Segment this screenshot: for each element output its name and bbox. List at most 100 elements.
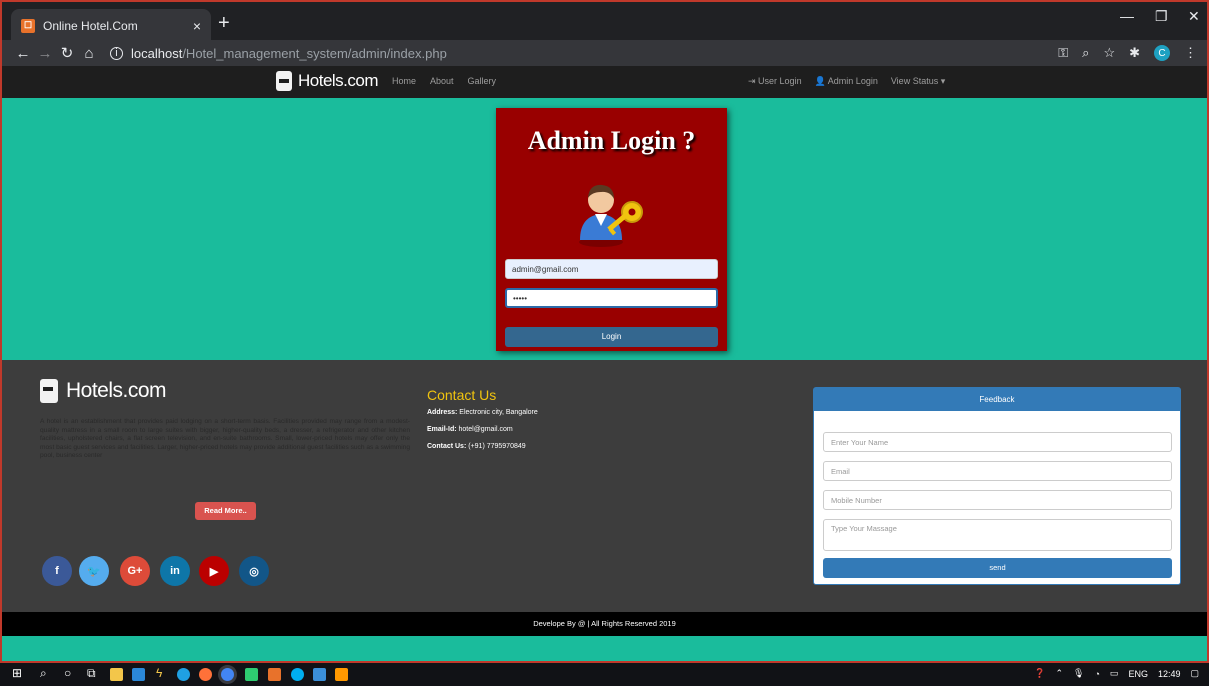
google-plus-icon[interactable]: G+ — [120, 556, 150, 586]
address-label: Address: — [427, 409, 458, 416]
contact-title: Contact Us — [427, 387, 497, 403]
cortana-icon[interactable]: ○ — [64, 666, 71, 680]
footer-brand: Hotels.com — [40, 379, 167, 403]
linkedin-icon[interactable]: in — [160, 556, 190, 586]
instagram-icon[interactable]: ◎ — [239, 556, 269, 586]
nav-about[interactable]: About — [430, 76, 454, 86]
info-icon[interactable]: i — [110, 46, 123, 60]
firefox-icon[interactable] — [199, 668, 212, 681]
send-button[interactable]: send — [823, 558, 1172, 578]
user-login-label: User Login — [758, 76, 802, 86]
footer-brand-text: Hotels.com — [66, 379, 167, 402]
mic-icon[interactable]: 🎙 — [1073, 668, 1084, 679]
bottom-strip — [0, 636, 1209, 663]
notification-icon[interactable]: ▢ — [1190, 668, 1199, 679]
feedback-email-input[interactable]: Email — [823, 461, 1172, 481]
nav-links: Home About Gallery — [392, 76, 496, 86]
nav-gallery[interactable]: Gallery — [468, 76, 497, 86]
mobile-input[interactable]: Mobile Number — [823, 490, 1172, 510]
windows-taskbar: ⊞ ⌕ ○ ⧉ ϟ ❓ ⌃ 🎙 ◔ ▭ ENG 12:49 ▢ — [0, 663, 1209, 686]
message-textarea[interactable]: Type Your Massage — [823, 519, 1172, 551]
nav-right: ⇥ User Login 👤 Admin Login View Status ▾ — [748, 76, 945, 87]
hotel-logo-icon — [276, 71, 292, 91]
nav-home[interactable]: Home — [392, 76, 416, 86]
clock[interactable]: 12:49 — [1158, 669, 1181, 679]
battery-icon[interactable]: ▭ — [1110, 668, 1119, 679]
language-indicator[interactable]: ENG — [1128, 669, 1148, 679]
login-button[interactable]: Login — [505, 327, 718, 347]
login-title: Admin Login ? — [527, 126, 696, 155]
email-value: hotel@gmail.com — [458, 426, 513, 433]
edge-icon[interactable] — [177, 668, 190, 681]
new-tab-button[interactable]: + — [218, 12, 230, 35]
phone-label: Contact Us: — [427, 443, 467, 450]
youtube-icon[interactable]: ▶ — [199, 556, 229, 586]
profile-avatar[interactable]: C — [1154, 45, 1170, 61]
admin-key-icon — [579, 184, 643, 247]
admin-login-label: Admin Login — [827, 76, 878, 86]
skype-icon[interactable] — [291, 668, 304, 681]
reload-icon[interactable]: ↻ — [56, 44, 78, 62]
browser-tab-strip: ☐ Online Hotel.Com × + — ❐ ✕ — [0, 0, 1209, 42]
extensions-icon[interactable]: ✱ — [1129, 45, 1140, 61]
windows-start-icon[interactable]: ⊞ — [12, 666, 22, 680]
url-host: localhost — [131, 45, 183, 61]
file-explorer-icon[interactable] — [110, 668, 123, 681]
url-path: /Hotel_management_system/admin/index.php — [182, 45, 447, 61]
tab-close-icon[interactable]: × — [193, 18, 201, 34]
feedback-header: Feedback — [814, 388, 1180, 411]
minimize-icon[interactable]: — — [1120, 8, 1134, 24]
hotel-logo-icon — [40, 379, 58, 403]
facebook-icon[interactable]: f — [42, 556, 72, 586]
app-orange-icon[interactable] — [268, 668, 281, 681]
footer: Hotels.com A hotel is an establishment t… — [0, 360, 1209, 612]
close-window-icon[interactable]: ✕ — [1188, 8, 1200, 25]
help-icon[interactable]: ❓ — [1034, 668, 1045, 679]
password-field[interactable]: ••••• — [505, 288, 718, 308]
browser-toolbar: ← → ↻ ⌂ i localhost/Hotel_management_sys… — [0, 40, 1209, 66]
site-navbar: Hotels.com Home About Gallery ⇥ User Log… — [0, 66, 1209, 98]
contact-address: Address: Electronic city, Bangalore — [427, 409, 538, 416]
chrome-icon[interactable] — [221, 668, 234, 681]
task-view-icon[interactable]: ⧉ — [87, 666, 96, 681]
home-icon[interactable]: ⌂ — [78, 45, 100, 62]
store-icon[interactable] — [132, 668, 145, 681]
brand-text: Hotels.com — [298, 71, 379, 90]
twitter-icon[interactable]: 🐦 — [79, 556, 109, 586]
key-icon[interactable]: ⚿ — [1058, 45, 1068, 61]
chevron-up-icon[interactable]: ⌃ — [1056, 668, 1064, 679]
search-icon[interactable]: ⌕ — [40, 666, 47, 681]
name-input[interactable]: Enter Your Name — [823, 432, 1172, 452]
main-section: Admin Login ? admin@gmail.com ••••• Logi… — [0, 98, 1209, 360]
bookmark-star-icon[interactable]: ☆ — [1103, 45, 1115, 61]
sublime-icon[interactable] — [335, 668, 348, 681]
wifi-icon[interactable]: ◔ — [1094, 669, 1099, 679]
site-brand[interactable]: Hotels.com — [276, 71, 379, 91]
tab-title: Online Hotel.Com — [43, 18, 138, 33]
toolbar-actions: ⚿ ⌕ ☆ ✱ C ⋮ — [1058, 45, 1197, 61]
phone-value: (+91) 7795970849 — [468, 443, 526, 450]
menu-kebab-icon[interactable]: ⋮ — [1184, 45, 1197, 61]
nav-admin-login[interactable]: 👤 Admin Login — [815, 76, 878, 87]
app-bolt-icon[interactable]: ϟ — [156, 666, 162, 680]
read-more-button[interactable]: Read More.. — [195, 502, 256, 520]
admin-login-card: Admin Login ? admin@gmail.com ••••• Logi… — [496, 108, 727, 351]
address-value: Electronic city, Bangalore — [459, 409, 538, 416]
nav-user-login[interactable]: ⇥ User Login — [748, 76, 802, 87]
user-icon: 👤 — [814, 76, 828, 86]
copyright-bar: Develope By @ | All Rights Reserved 2019 — [0, 612, 1209, 636]
app-green-icon[interactable] — [245, 668, 258, 681]
address-bar[interactable]: i localhost/Hotel_management_system/admi… — [110, 46, 447, 61]
copyright-text: Develope By @ | All Rights Reserved 2019 — [533, 619, 676, 628]
zoom-icon[interactable]: ⌕ — [1082, 45, 1089, 61]
favicon-icon: ☐ — [21, 18, 35, 33]
back-icon[interactable]: ← — [12, 45, 34, 62]
nav-view-status[interactable]: View Status ▾ — [891, 76, 945, 87]
email-field[interactable]: admin@gmail.com — [505, 259, 718, 279]
contact-email: Email-Id: hotel@gmail.com — [427, 426, 513, 433]
restore-icon[interactable]: ❐ — [1155, 8, 1168, 25]
browser-tab[interactable]: ☐ Online Hotel.Com × — [11, 9, 211, 42]
photos-icon[interactable] — [313, 668, 326, 681]
login-icon: ⇥ — [748, 76, 759, 86]
forward-icon[interactable]: → — [34, 45, 56, 62]
